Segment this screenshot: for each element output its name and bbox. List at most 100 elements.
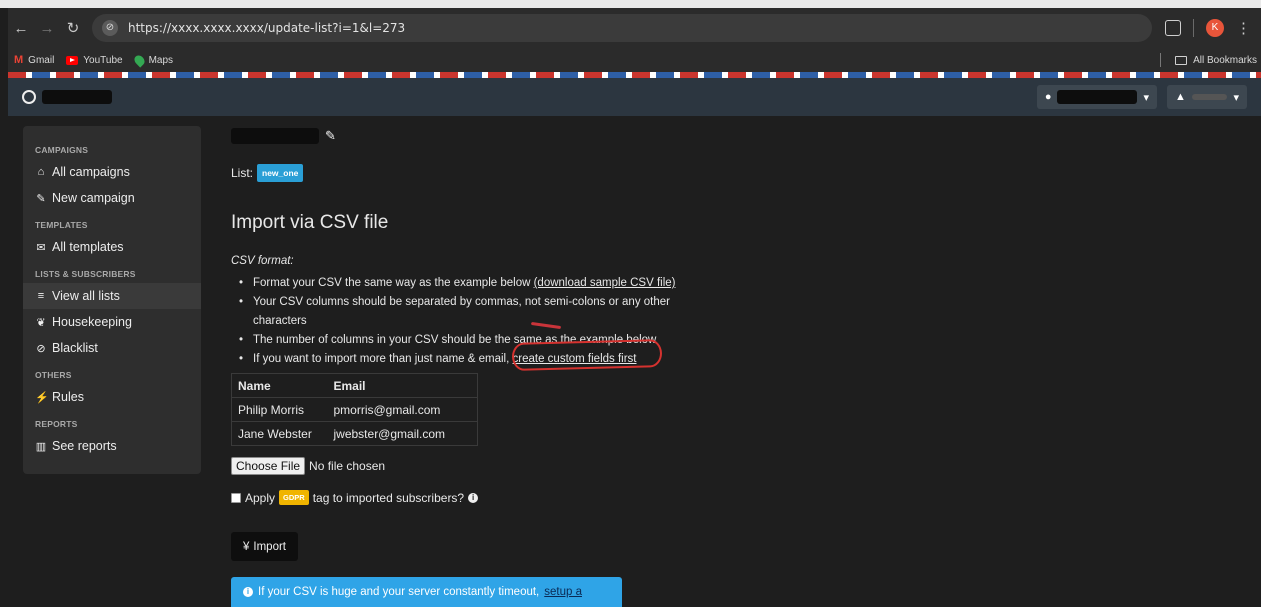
all-bookmarks-label: All Bookmarks bbox=[1193, 54, 1257, 66]
gdpr-suffix: tag to imported subscribers? bbox=[312, 490, 465, 505]
brand-switcher[interactable]: ● ▾ bbox=[1036, 85, 1157, 109]
column-header-name: Name bbox=[238, 378, 271, 393]
info-icon: i bbox=[243, 587, 253, 597]
instruction-text: Your CSV columns should be separated by … bbox=[253, 296, 670, 327]
table-cell: Jane Webster bbox=[231, 421, 328, 446]
bookmarks-divider bbox=[1160, 53, 1162, 67]
table-cell: pmorris@gmail.com bbox=[327, 397, 478, 422]
sample-csv-table: Name Email Philip Morris pmorris@gmail.c… bbox=[231, 373, 478, 446]
sidebar-item-label: Blacklist bbox=[52, 341, 98, 355]
bookmark-label: Gmail bbox=[28, 54, 55, 66]
navbar-right: ● ▾ ▲ ▾ bbox=[1036, 85, 1247, 109]
wand-icon: ⚡ bbox=[35, 391, 49, 404]
envelope-icon: ✉ bbox=[36, 241, 46, 254]
sidebar-item-all-templates[interactable]: ✉ All templates bbox=[23, 234, 201, 260]
table-row: Jane Webster jwebster@gmail.com bbox=[231, 421, 478, 446]
annotation-circle bbox=[511, 339, 663, 371]
gdpr-option: Apply GDPR tag to imported subscribers? … bbox=[231, 490, 479, 505]
home-icon: ⌂ bbox=[37, 166, 45, 178]
instruction-text: Format your CSV the same way as the exam… bbox=[253, 277, 534, 289]
sidebar-heading-others: OTHERS bbox=[35, 370, 72, 380]
address-bar[interactable]: ⊘ https://xxxx.xxxx.xxxx/update-list?i=1… bbox=[92, 14, 1152, 42]
profile-avatar[interactable]: K bbox=[1206, 19, 1224, 37]
list-item: Format your CSV the same way as the exam… bbox=[239, 274, 689, 293]
table-header-row: Name Email bbox=[232, 374, 478, 398]
download-sample-link[interactable]: (download sample CSV file) bbox=[534, 277, 676, 289]
sidebar-item-label: Rules bbox=[52, 390, 84, 404]
sidebar-item-label: New campaign bbox=[52, 191, 135, 205]
toolbar-divider bbox=[1193, 19, 1194, 37]
info-icon[interactable]: i bbox=[468, 492, 479, 503]
redacted-user-name bbox=[1191, 94, 1228, 100]
forward-icon[interactable]: → bbox=[34, 20, 60, 37]
back-icon[interactable]: ← bbox=[8, 20, 34, 37]
bookmark-gmail[interactable]: M Gmail bbox=[14, 54, 54, 66]
user-icon: ▲ bbox=[1175, 91, 1186, 103]
import-button[interactable]: ¥ Import bbox=[231, 532, 298, 561]
sidebar-item-blacklist[interactable]: ⊘ Blacklist bbox=[23, 335, 201, 361]
sidebar-item-view-all-lists[interactable]: ≡ View all lists bbox=[23, 283, 201, 309]
csv-format-label: CSV format: bbox=[231, 255, 294, 267]
user-menu[interactable]: ▲ ▾ bbox=[1167, 85, 1247, 109]
gmail-icon: M bbox=[14, 54, 24, 66]
gdpr-badge: GDPR bbox=[279, 490, 309, 505]
app-navbar: ● ▾ ▲ ▾ bbox=[8, 78, 1261, 116]
import-heading: Import via CSV file bbox=[231, 212, 389, 233]
bookmark-label: YouTube bbox=[83, 54, 123, 66]
browser-menu-icon[interactable]: ⋮ bbox=[1236, 19, 1251, 37]
bar-chart-icon: ▥ bbox=[35, 440, 47, 453]
caret-down-icon: ▾ bbox=[1143, 91, 1149, 104]
bookmark-youtube[interactable]: YouTube bbox=[66, 54, 123, 66]
instruction-text: If you want to import more than just nam… bbox=[253, 353, 513, 365]
leaf-icon: ❦ bbox=[36, 316, 46, 329]
redacted-brand-name bbox=[1057, 90, 1138, 104]
sidebar-item-label: All campaigns bbox=[52, 165, 130, 179]
sidebar-item-rules[interactable]: ⚡ Rules bbox=[23, 384, 201, 410]
site-info-icon[interactable]: ⊘ bbox=[102, 20, 118, 36]
table-cell: jwebster@gmail.com bbox=[327, 421, 478, 446]
maps-icon bbox=[132, 52, 147, 68]
list-icon: ≡ bbox=[37, 290, 45, 302]
window-top-bar bbox=[0, 0, 1261, 8]
url-text[interactable]: https://xxxx.xxxx.xxxx/update-list?i=1&l… bbox=[128, 21, 405, 35]
sidebar-heading-campaigns: CAMPAIGNS bbox=[35, 145, 89, 155]
extensions-icon[interactable] bbox=[1165, 20, 1181, 36]
redacted-list-title bbox=[231, 128, 319, 144]
list-indicator: List: new_one bbox=[231, 164, 304, 182]
page-body: CAMPAIGNS ⌂ All campaigns ✎ New campaign… bbox=[8, 116, 1261, 607]
sidebar-item-label: See reports bbox=[52, 439, 117, 453]
browser-actions: K ⋮ bbox=[1165, 19, 1261, 37]
setup-link[interactable]: setup a bbox=[544, 586, 582, 598]
bookmarks-bar: M Gmail YouTube Maps All Bookmarks bbox=[8, 48, 1261, 72]
sidebar-item-all-campaigns[interactable]: ⌂ All campaigns bbox=[23, 159, 201, 185]
sidebar-heading-reports: REPORTS bbox=[35, 419, 78, 429]
pencil-icon[interactable]: ✎ bbox=[325, 128, 336, 144]
app-logo-icon[interactable] bbox=[22, 90, 36, 104]
all-bookmarks[interactable]: All Bookmarks bbox=[1160, 53, 1261, 67]
bookmark-maps[interactable]: Maps bbox=[132, 52, 174, 68]
sidebar-item-label: Housekeeping bbox=[52, 315, 132, 329]
table-cell: Philip Morris bbox=[231, 397, 328, 422]
sidebar: CAMPAIGNS ⌂ All campaigns ✎ New campaign… bbox=[23, 126, 201, 474]
import-button-label: Import bbox=[253, 540, 286, 553]
list-label: List: bbox=[231, 166, 254, 180]
page-title: ✎ bbox=[231, 128, 336, 144]
browser-toolbar: ← → ↻ ⊘ https://xxxx.xxxx.xxxx/update-li… bbox=[8, 8, 1261, 48]
choose-file-button[interactable]: Choose File bbox=[231, 457, 306, 475]
redacted-brand bbox=[42, 90, 112, 104]
globe-icon: ● bbox=[1044, 91, 1052, 103]
sidebar-item-label: View all lists bbox=[52, 289, 120, 303]
sidebar-item-see-reports[interactable]: ▥ See reports bbox=[23, 433, 201, 459]
column-header-email: Email bbox=[333, 378, 366, 393]
file-status: No file chosen bbox=[309, 459, 386, 473]
youtube-icon bbox=[66, 55, 79, 65]
sidebar-item-housekeeping[interactable]: ❦ Housekeeping bbox=[23, 309, 201, 335]
edit-icon: ✎ bbox=[36, 192, 46, 205]
reload-icon[interactable]: ↻ bbox=[60, 19, 86, 37]
sidebar-item-new-campaign[interactable]: ✎ New campaign bbox=[23, 185, 201, 211]
sidebar-heading-lists: LISTS & SUBSCRIBERS bbox=[35, 269, 136, 279]
gdpr-checkbox[interactable] bbox=[231, 492, 241, 503]
sidebar-item-label: All templates bbox=[52, 240, 124, 254]
list-item: Your CSV columns should be separated by … bbox=[239, 293, 689, 331]
bookmark-label: Maps bbox=[148, 54, 174, 66]
